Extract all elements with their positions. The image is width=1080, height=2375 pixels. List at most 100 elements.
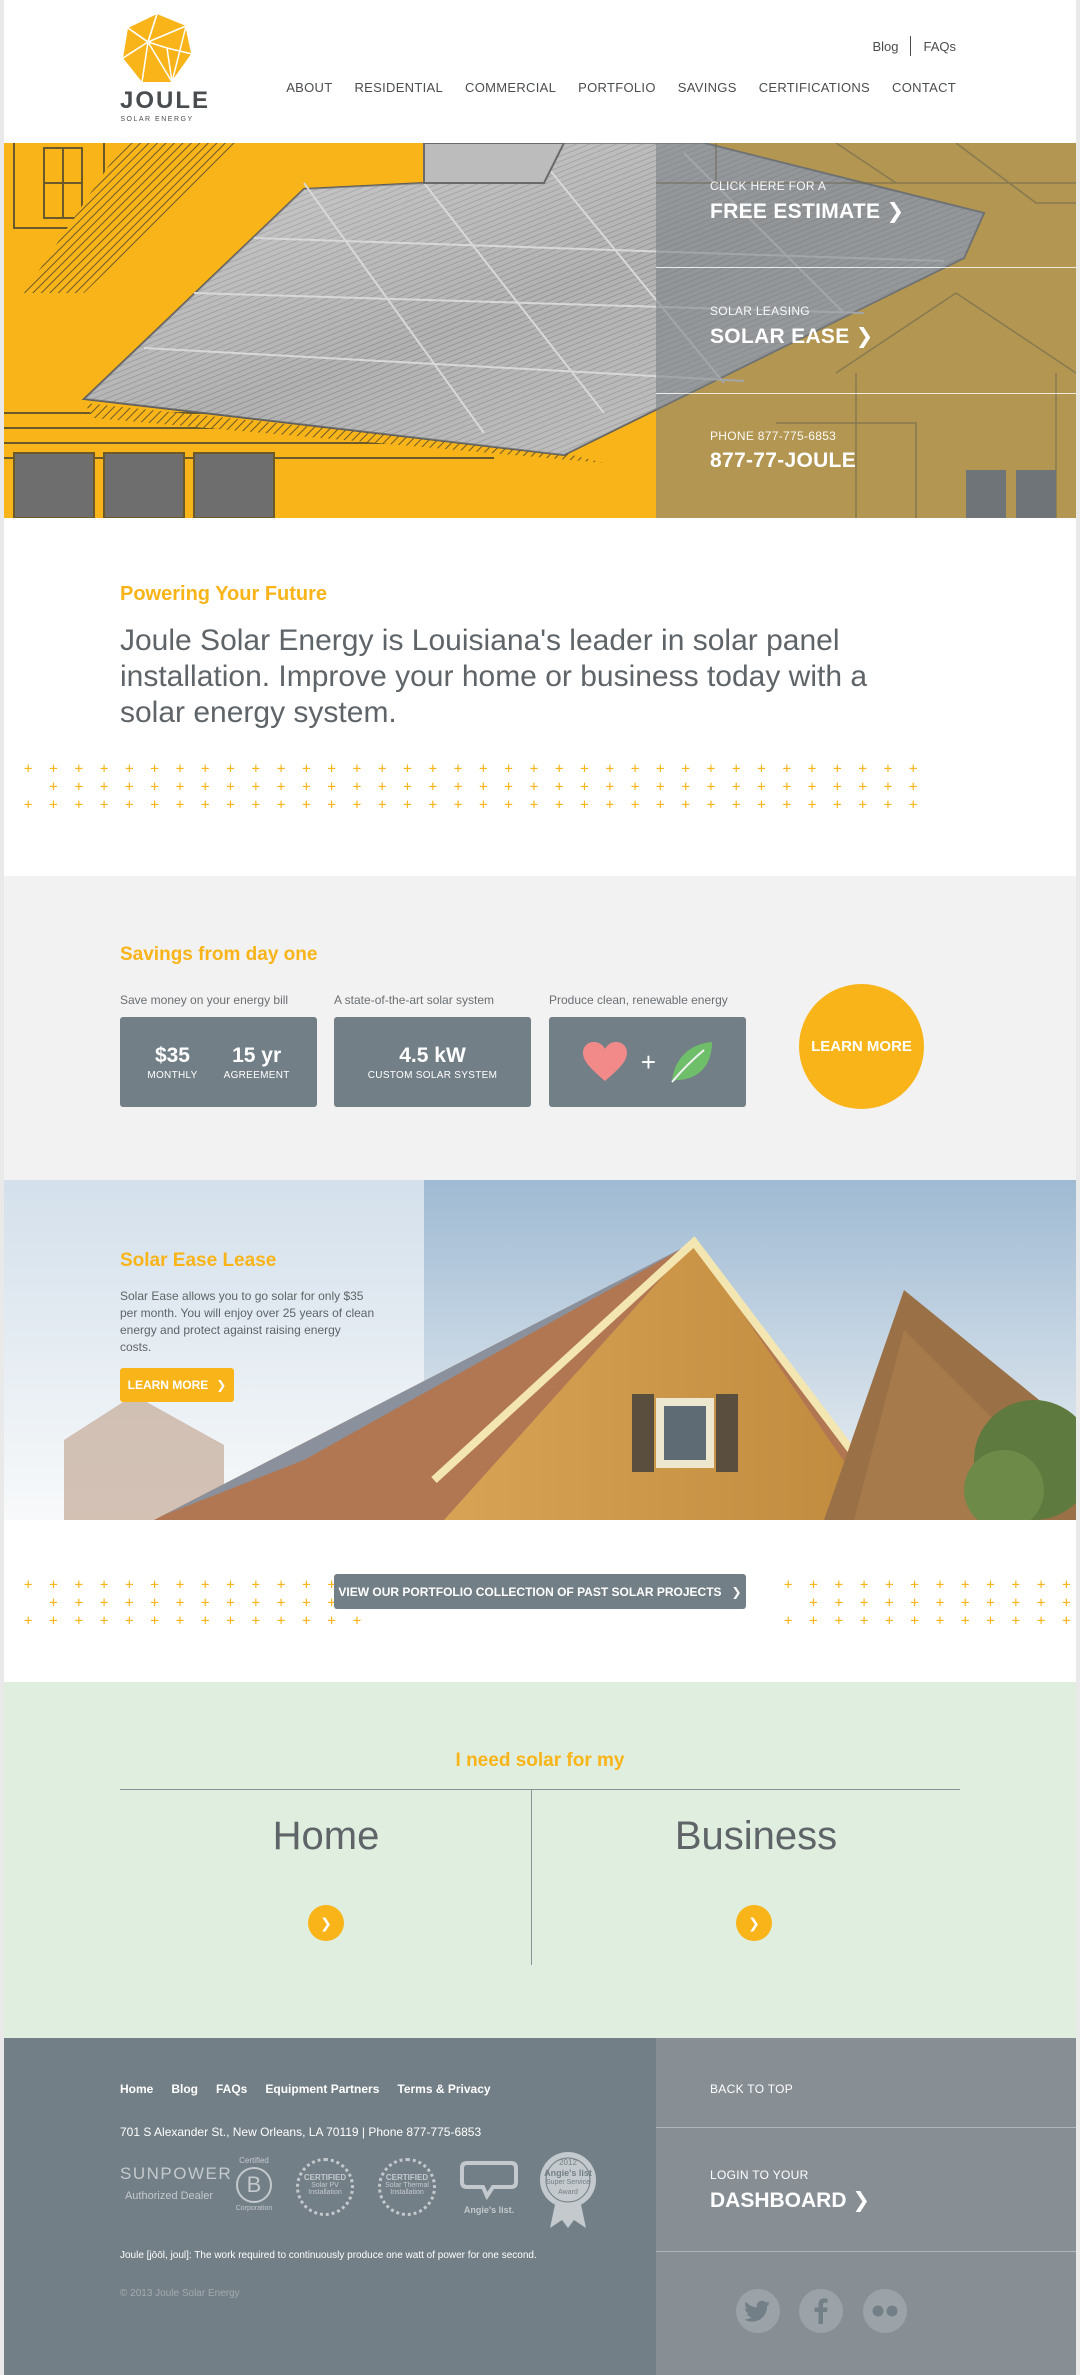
footer-link-equipment-partners[interactable]: Equipment Partners bbox=[265, 2082, 379, 2096]
blog-link[interactable]: Blog bbox=[872, 39, 898, 54]
login-dashboard-cta[interactable]: LOGIN TO YOUR DASHBOARD ❯ bbox=[710, 2168, 870, 2213]
phone-cta[interactable]: PHONE 877-775-6853 877-77-JOULE bbox=[710, 429, 1050, 473]
footer-link-faqs[interactable]: FAQs bbox=[216, 2082, 247, 2096]
nabcep-thermal-installation: Installation bbox=[390, 2189, 424, 2196]
nav-residential[interactable]: RESIDENTIAL bbox=[354, 80, 443, 95]
plus-pattern-decoration: + + + + + + + + + + + + + + + + + + + + … bbox=[24, 1577, 362, 1629]
divider bbox=[656, 393, 1076, 394]
button-label: LEARN MORE bbox=[127, 1378, 209, 1392]
dashboard-label: DASHBOARD bbox=[710, 2189, 847, 2212]
stat-caption: Save money on your energy bill bbox=[120, 993, 289, 1007]
stat-monthly: $35 MONTHLY bbox=[147, 1044, 197, 1081]
award-line-1: Super Service bbox=[546, 2179, 590, 2186]
footer-links: Home Blog FAQs Equipment Partners Terms … bbox=[120, 2082, 491, 2096]
free-estimate-label: FREE ESTIMATE bbox=[710, 200, 881, 223]
chevron-right-icon: ❯ bbox=[748, 1914, 760, 1931]
savings-title: Savings from day one bbox=[120, 944, 318, 965]
site-footer: Home Blog FAQs Equipment Partners Terms … bbox=[4, 2038, 1076, 2375]
hero-banner: CLICK HERE FOR A FREE ESTIMATE ❯ SOLAR L… bbox=[4, 143, 1076, 518]
twitter-icon[interactable] bbox=[736, 2289, 780, 2333]
nav-contact[interactable]: CONTACT bbox=[892, 80, 956, 95]
business-go-button[interactable]: ❯ bbox=[736, 1905, 772, 1941]
phone-kicker: PHONE 877-775-6853 bbox=[710, 429, 837, 443]
lease-learn-more-button[interactable]: LEARN MORE ❯ bbox=[120, 1368, 234, 1402]
heart-icon bbox=[582, 1042, 627, 1081]
nav-commercial[interactable]: COMMERCIAL bbox=[465, 80, 556, 95]
nabcep-pv-badge: CERTIFIED Solar PV Installation bbox=[296, 2158, 354, 2216]
solar-ease-cta[interactable]: SOLAR LEASING SOLAR EASE ❯ bbox=[710, 304, 1050, 349]
nabcep-pv-type: Solar PV bbox=[311, 2182, 339, 2189]
nabcep-thermal-type: Solar Thermal bbox=[385, 2182, 429, 2189]
copyright: © 2013 Joule Solar Energy bbox=[120, 2288, 240, 2299]
divider bbox=[910, 36, 912, 56]
lease-description: Solar Ease allows you to go solar for on… bbox=[120, 1289, 375, 1354]
award-name: Angie's list bbox=[544, 2168, 592, 2178]
divider bbox=[531, 1789, 532, 1965]
solar-ease-lease-section: Solar Ease Lease Solar Ease allows you t… bbox=[4, 1180, 1076, 1520]
twitter-bird-glyph bbox=[745, 2300, 770, 2322]
divider bbox=[656, 2251, 1076, 2252]
sunpower-caption: Authorized Dealer bbox=[124, 2190, 214, 2202]
stat-unit: CUSTOM SOLAR SYSTEM bbox=[367, 1069, 498, 1081]
nav-about[interactable]: ABOUT bbox=[286, 80, 332, 95]
portfolio-collection-button[interactable]: VIEW OUR PORTFOLIO COLLECTION OF PAST SO… bbox=[334, 1574, 746, 1609]
b-corp-bottom: Corporation bbox=[235, 2205, 273, 2212]
flickr-icon[interactable] bbox=[863, 2289, 907, 2333]
chevron-right-icon: ❯ bbox=[731, 1584, 742, 1599]
logo[interactable]: JOULE SOLAR ENERGY bbox=[120, 12, 208, 127]
back-to-top-link[interactable]: BACK TO TOP bbox=[710, 2082, 793, 2102]
angies-list-badge: Angie's list. bbox=[456, 2160, 522, 2215]
free-estimate-kicker: CLICK HERE FOR A bbox=[710, 179, 827, 193]
b-corp-top: Certified bbox=[239, 2156, 269, 2165]
nabcep-pv-installation: Installation bbox=[308, 2189, 342, 2196]
nabcep-thermal-certified: CERTIFIED bbox=[385, 2173, 429, 2182]
footer-right-panel: BACK TO TOP LOGIN TO YOUR DASHBOARD ❯ bbox=[656, 2038, 1076, 2375]
plus-sign: + bbox=[640, 1046, 657, 1077]
faqs-link[interactable]: FAQs bbox=[923, 39, 956, 54]
divider bbox=[656, 2127, 1076, 2128]
stat-caption: Produce clean, renewable energy bbox=[549, 993, 728, 1007]
joule-gem-icon bbox=[122, 13, 193, 83]
back-to-top-label: BACK TO TOP bbox=[710, 2082, 794, 2096]
certification-badges: SUNPOWER Authorized Dealer Certified B C… bbox=[120, 2150, 600, 2240]
stat-value: 15 yr bbox=[232, 1043, 282, 1067]
intro-kicker: Powering Your Future bbox=[120, 583, 328, 605]
stat-box: 4.5 kW CUSTOM SOLAR SYSTEM bbox=[334, 1017, 531, 1107]
footer-address: 701 S Alexander St., New Orleans, LA 701… bbox=[120, 2125, 482, 2139]
hero-cta-panel: CLICK HERE FOR A FREE ESTIMATE ❯ SOLAR L… bbox=[656, 143, 1076, 518]
footer-link-blog[interactable]: Blog bbox=[171, 2082, 198, 2096]
divider bbox=[120, 1789, 960, 1790]
speech-bubble-icon bbox=[460, 2161, 518, 2201]
lease-title: Solar Ease Lease bbox=[120, 1250, 277, 1271]
chevron-right-icon: ❯ bbox=[852, 2189, 870, 2212]
plus-pattern-decoration: + + + + + + + + + + + + + + + + + + + + … bbox=[24, 761, 918, 813]
plus-pattern-decoration: + + + + + + + + + + + + + + + + + + + + … bbox=[784, 1577, 1071, 1629]
chevron-right-icon: ❯ bbox=[216, 1378, 227, 1392]
stat-value: 4.5 kW bbox=[399, 1043, 466, 1067]
login-kicker: LOGIN TO YOUR bbox=[710, 2168, 809, 2182]
angies-list-label: Angie's list. bbox=[463, 2205, 515, 2215]
stat-unit: MONTHLY bbox=[147, 1069, 198, 1081]
stat-box: $35 MONTHLY 15 yr AGREEMENT bbox=[120, 1017, 317, 1107]
home-go-button[interactable]: ❯ bbox=[308, 1905, 344, 1941]
need-solar-section: I need solar for my Home ❯ Business ❯ bbox=[4, 1682, 1076, 2038]
savings-section: Savings from day one Save money on your … bbox=[4, 876, 1076, 1180]
facebook-icon[interactable] bbox=[799, 2289, 843, 2333]
b-corp-badge: Certified B Corporation bbox=[233, 2156, 275, 2218]
nav-certifications[interactable]: CERTIFICATIONS bbox=[759, 80, 870, 95]
learn-more-circle-button[interactable]: LEARN MORE bbox=[799, 984, 924, 1109]
home-option[interactable]: Home bbox=[176, 1814, 476, 1859]
super-service-award-badge: 2012 Angie's list Super Service Award bbox=[538, 2150, 598, 2230]
chevron-right-icon: ❯ bbox=[855, 325, 874, 348]
free-estimate-cta[interactable]: CLICK HERE FOR A FREE ESTIMATE ❯ bbox=[710, 179, 1050, 224]
need-solar-title: I need solar for my bbox=[455, 1750, 625, 1771]
nav-portfolio[interactable]: PORTFOLIO bbox=[578, 80, 656, 95]
business-option[interactable]: Business bbox=[606, 1814, 906, 1859]
solar-ease-kicker: SOLAR LEASING bbox=[710, 304, 810, 318]
nav-savings[interactable]: SAVINGS bbox=[678, 80, 737, 95]
chevron-right-icon: ❯ bbox=[886, 200, 905, 223]
savings-col-clean-energy: Produce clean, renewable energy + bbox=[549, 993, 746, 1107]
footer-link-home[interactable]: Home bbox=[120, 2082, 153, 2096]
site-header: JOULE SOLAR ENERGY Blog FAQs ABOUT RESID… bbox=[4, 0, 1076, 143]
footer-link-terms-privacy[interactable]: Terms & Privacy bbox=[397, 2082, 490, 2096]
